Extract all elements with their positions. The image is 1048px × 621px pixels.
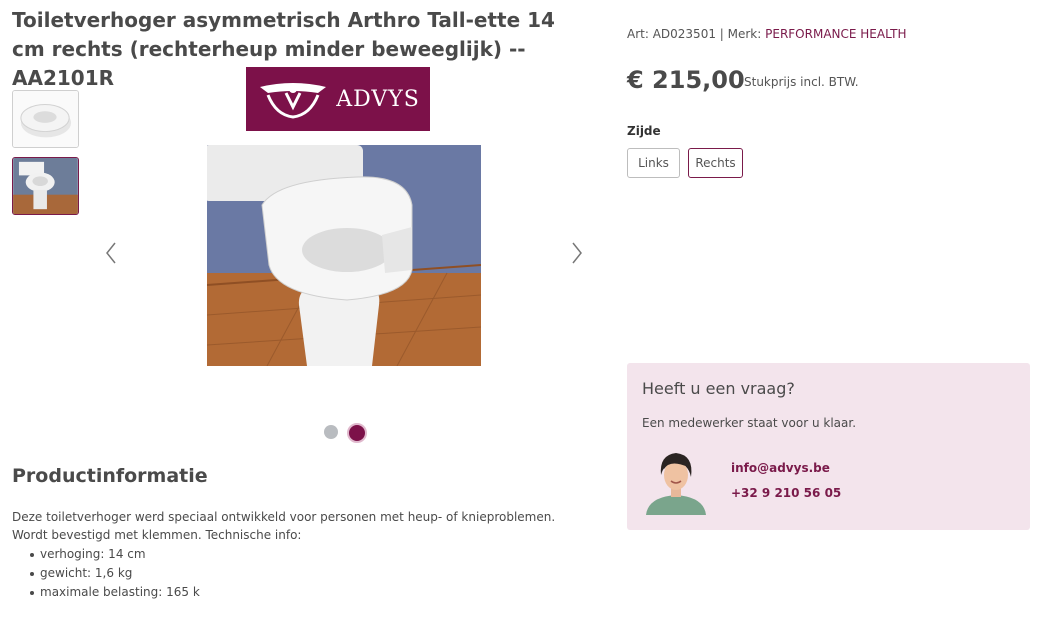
logo-text: ADVYS <box>336 86 420 112</box>
thumbnail-toilet-with-riser[interactable] <box>12 157 79 215</box>
price-note: Stukprijs incl. BTW. <box>744 75 859 89</box>
toilet-seat-riser-icon <box>13 91 78 147</box>
spec-list: verhoging: 14 cm gewicht: 1,6 kg maximal… <box>12 545 200 602</box>
article-number: Art: AD023501 | Merk: <box>627 27 766 41</box>
spec-item: maximale belasting: 165 k <box>12 583 200 602</box>
brand-link[interactable]: PERFORMANCE HEALTH <box>765 27 906 41</box>
toilet-icon <box>13 158 78 214</box>
product-description: Deze toiletverhoger werd speciaal ontwik… <box>12 510 556 542</box>
option-links-button[interactable]: Links <box>627 148 680 178</box>
product-info-heading: Productinformatie <box>12 465 208 487</box>
help-email-link[interactable]: info@advys.be <box>731 461 830 475</box>
option-rechts-button[interactable]: Rechts <box>688 148 743 178</box>
carousel-dot-1[interactable] <box>324 425 338 439</box>
product-price: € 215,00 <box>627 66 745 94</box>
help-phone-link[interactable]: +32 9 210 56 05 <box>731 486 841 500</box>
help-subtitle: Een medewerker staat voor u klaar. <box>642 416 857 430</box>
advys-logo-icon <box>260 83 327 119</box>
spec-item: gewicht: 1,6 kg <box>12 564 200 583</box>
carousel-dot-2-active[interactable] <box>347 423 367 443</box>
employee-avatar <box>642 447 710 515</box>
brand-logo: ADVYS <box>246 67 430 131</box>
thumbnail-seat-riser[interactable] <box>12 90 79 148</box>
side-option-label: Zijde <box>627 124 661 138</box>
help-title: Heeft u een vraag? <box>642 379 795 398</box>
help-box: Heeft u een vraag? Een medewerker staat … <box>627 363 1030 530</box>
toilet-riser-photo <box>207 145 481 366</box>
previous-image-arrow-icon[interactable] <box>101 238 121 268</box>
article-brand-line: Art: AD023501 | Merk: PERFORMANCE HEALTH <box>627 27 906 41</box>
spec-item: verhoging: 14 cm <box>12 545 200 564</box>
product-main-image <box>207 145 481 366</box>
next-image-arrow-icon[interactable] <box>567 238 587 268</box>
